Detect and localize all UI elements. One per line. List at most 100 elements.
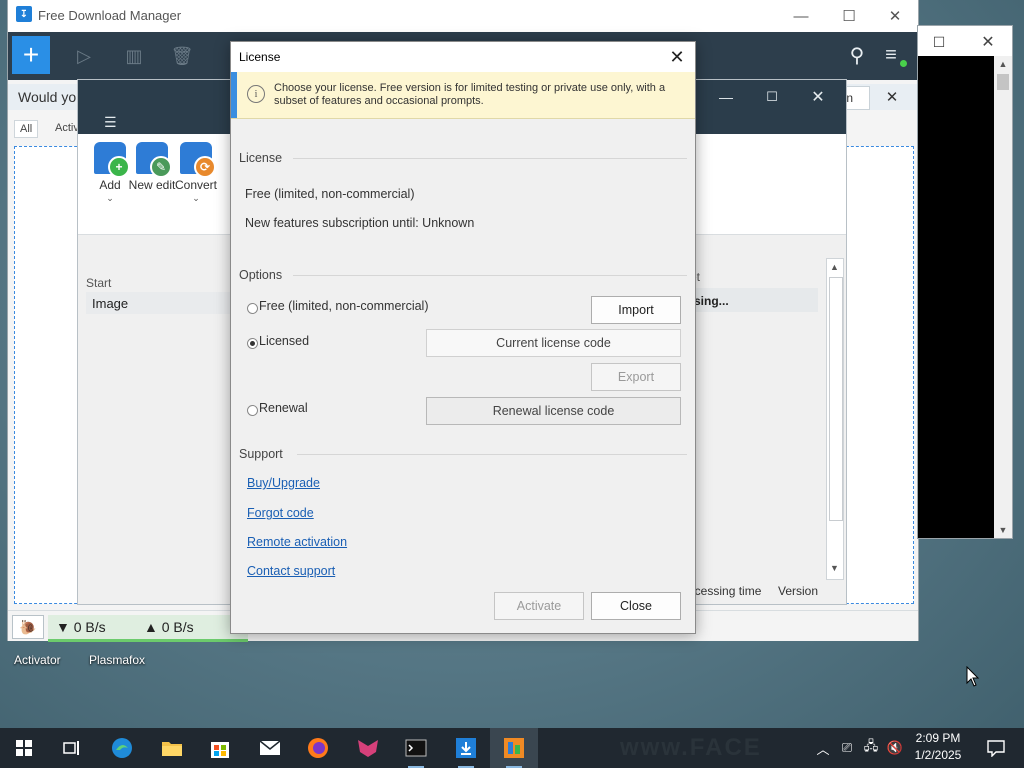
option-licensed-label[interactable]: Licensed xyxy=(259,334,309,348)
resume-icon[interactable]: ▷ xyxy=(70,42,98,70)
folder-icon xyxy=(162,742,182,756)
taskbar-converter[interactable] xyxy=(490,728,538,768)
scroll-up-icon[interactable]: ▲ xyxy=(994,56,1012,72)
edit-icon: ✎ xyxy=(150,156,172,178)
scroll-down-icon[interactable]: ▼ xyxy=(994,522,1012,538)
new-edit-button[interactable]: ✎ New edit xyxy=(128,142,176,193)
upload-speed: ▲ 0 B/s xyxy=(144,619,194,635)
start-button[interactable] xyxy=(0,728,48,768)
add-button[interactable]: + Add ⌄ xyxy=(86,142,134,204)
search-icon[interactable]: ⚲ xyxy=(844,42,870,68)
task-view-icon xyxy=(63,741,79,755)
store-icon xyxy=(211,742,229,758)
taskbar-firefox[interactable] xyxy=(294,728,342,768)
radio-licensed[interactable] xyxy=(247,338,258,349)
taskbar-mail[interactable] xyxy=(246,728,294,768)
column-version[interactable]: Version xyxy=(778,584,818,598)
mouse-cursor-icon xyxy=(966,665,980,691)
dialog-title: License xyxy=(239,50,281,64)
speed-indicator xyxy=(48,639,248,642)
close-icon[interactable]: ✕ xyxy=(970,28,1006,56)
clock[interactable]: 2:09 PM 1/2/2025 xyxy=(908,730,968,766)
forgot-code-link[interactable]: Forgot code xyxy=(247,506,314,520)
taskbar-fdm[interactable] xyxy=(442,728,490,768)
convert-badge-icon: ⟳ xyxy=(194,156,216,178)
option-free-label[interactable]: Free (limited, non-commercial) xyxy=(259,299,428,313)
convert-button[interactable]: ⟳ Convert ⌄ xyxy=(172,142,220,204)
new-edit-icon: ✎ xyxy=(136,142,172,178)
tab-all[interactable]: All xyxy=(14,120,39,138)
add-download-button[interactable]: + xyxy=(12,36,50,74)
minimize-icon[interactable]: — xyxy=(706,84,746,110)
clock-date: 1/2/2025 xyxy=(914,748,962,762)
notification-center-icon[interactable] xyxy=(976,728,1016,768)
windows-icon xyxy=(16,740,32,756)
divider xyxy=(293,275,687,276)
task-view-button[interactable] xyxy=(48,728,96,768)
hamburger-menu-icon[interactable]: ☰ xyxy=(104,114,117,131)
scroll-thumb[interactable] xyxy=(829,277,843,521)
taskbar-file-explorer[interactable] xyxy=(148,728,196,768)
close-icon[interactable]: ✕ xyxy=(659,42,695,72)
maximize-icon[interactable]: ☐ xyxy=(924,28,954,56)
scroll-up-icon[interactable]: ▲ xyxy=(830,262,839,272)
dialog-titlebar[interactable]: License ✕ xyxy=(231,42,695,72)
row-name: Image xyxy=(92,296,129,311)
current-license-code-button[interactable]: Current license code xyxy=(426,329,681,357)
banner-close-icon[interactable]: ✕ xyxy=(880,86,904,108)
activate-button[interactable]: Activate xyxy=(494,592,584,620)
tray-chevron-up-icon[interactable]: ︿ xyxy=(812,728,834,768)
section-options: Options xyxy=(239,268,283,282)
export-button[interactable]: Export xyxy=(591,363,681,391)
desktop-icon-activator[interactable]: Activator xyxy=(14,653,61,667)
pause-icon[interactable]: ▥ xyxy=(120,42,148,70)
column-start: Start xyxy=(86,276,112,290)
tray-network-icon[interactable]: 🖧 xyxy=(860,728,882,768)
banner-text: Would you xyxy=(18,89,84,105)
close-button[interactable]: Close xyxy=(591,592,681,620)
section-license: License xyxy=(239,151,283,165)
close-icon[interactable]: ✕ xyxy=(798,84,838,110)
table-row-status[interactable]: sing... xyxy=(690,288,818,312)
console-output[interactable] xyxy=(918,56,994,538)
scroll-down-icon[interactable]: ▼ xyxy=(830,563,839,573)
convert-label: Convert xyxy=(174,178,218,192)
plus-icon: + xyxy=(108,156,130,178)
watermark: www.FACE xyxy=(620,734,762,761)
table-row[interactable]: Image xyxy=(86,292,234,314)
maximize-icon[interactable]: ☐ xyxy=(752,84,792,110)
scroll-thumb[interactable] xyxy=(997,74,1009,90)
buy-upgrade-link[interactable]: Buy/Upgrade xyxy=(247,476,320,490)
taskbar-edge[interactable] xyxy=(98,728,146,768)
import-button[interactable]: Import xyxy=(591,296,681,324)
list-scrollbar[interactable]: ▲ ▼ xyxy=(826,258,844,580)
minimize-icon[interactable]: — xyxy=(778,0,824,32)
tray-meet-icon[interactable]: ⎚ xyxy=(836,728,858,768)
info-text: Choose your license. Free version is for… xyxy=(274,82,666,107)
radio-renewal[interactable] xyxy=(247,405,258,416)
radio-free[interactable] xyxy=(247,303,258,314)
maximize-icon[interactable]: ☐ xyxy=(826,0,872,32)
taskbar-plasmafox[interactable] xyxy=(344,728,392,768)
column-processing-time[interactable]: ocessing time xyxy=(688,584,761,598)
remote-activation-link[interactable]: Remote activation xyxy=(247,535,347,549)
chevron-down-icon: ⌄ xyxy=(192,193,200,203)
taskbar-terminal[interactable] xyxy=(392,728,440,768)
renewal-license-code-button[interactable]: Renewal license code xyxy=(426,397,681,425)
delete-icon[interactable]: 🗑 xyxy=(168,42,196,70)
download-speed: ▼ 0 B/s xyxy=(56,619,106,635)
contact-support-link[interactable]: Contact support xyxy=(247,564,335,578)
taskbar-store[interactable] xyxy=(196,728,244,768)
fdm-titlebar[interactable]: ↧ Free Download Manager — ☐ ✕ xyxy=(8,0,918,32)
snail-mode-icon[interactable]: 🐌 xyxy=(12,615,44,639)
console-scrollbar[interactable]: ▲ ▼ xyxy=(994,56,1012,538)
option-renewal-label[interactable]: Renewal xyxy=(259,401,308,415)
desktop-icon-plasmafox[interactable]: Plasmafox xyxy=(89,653,145,667)
divider xyxy=(293,158,687,159)
convert-icon: ⟳ xyxy=(180,142,216,178)
license-dialog: License ✕ i Choose your license. Free ve… xyxy=(230,41,696,634)
tray-volume-muted-icon[interactable]: 🔇 xyxy=(884,728,906,768)
close-icon[interactable]: ✕ xyxy=(872,0,918,32)
fdm-icon xyxy=(456,738,476,758)
new-edit-label: New edit xyxy=(128,178,176,192)
